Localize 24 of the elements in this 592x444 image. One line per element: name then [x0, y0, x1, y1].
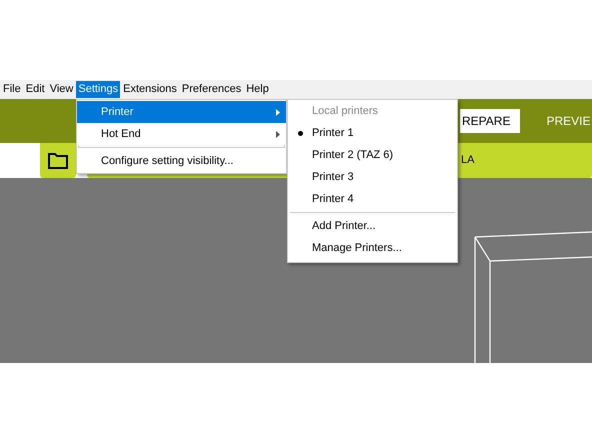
menu-item[interactable]: Help: [244, 81, 271, 98]
printer-menu-item[interactable]: Printer 1: [288, 122, 457, 144]
menu-item[interactable]: File: [1, 81, 23, 98]
menu-item[interactable]: Add Printer...: [288, 215, 457, 237]
menu-item[interactable]: Hot End: [77, 123, 286, 145]
menu-heading: Local printers: [311, 104, 380, 119]
open-folder-button[interactable]: [40, 143, 76, 178]
printer-menu-item[interactable]: Printer 2 (TAZ 6): [288, 144, 457, 166]
menu-item[interactable]: View: [48, 81, 76, 98]
material-label: LA: [461, 153, 474, 168]
stage-tab[interactable]: PREVIE: [546, 109, 592, 133]
folder-icon: [47, 152, 69, 170]
menu-item[interactable]: Manage Printers...: [288, 237, 457, 259]
printer-menu-item[interactable]: Printer 4: [288, 188, 457, 210]
menu-item[interactable]: Extensions: [121, 81, 179, 98]
submenu-arrow-icon: [276, 130, 280, 138]
menu-item[interactable]: Preferences: [180, 81, 244, 98]
submenu-arrow-icon: [276, 108, 280, 116]
menu-item[interactable]: Settings: [76, 81, 120, 98]
printer-menu-item[interactable]: Printer 3: [288, 166, 457, 188]
menu-item[interactable]: Configure setting visibility...: [77, 150, 286, 172]
stage-tab[interactable]: REPARE: [460, 109, 520, 133]
menu-item[interactable]: Edit: [24, 81, 47, 98]
menu-item[interactable]: Printer: [77, 101, 286, 123]
